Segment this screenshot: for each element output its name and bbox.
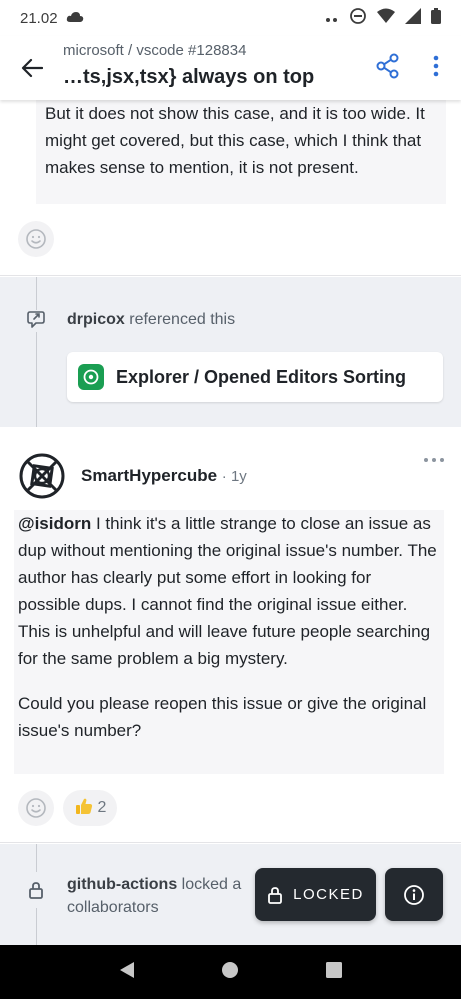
nav-home-button[interactable] [221, 961, 239, 984]
referenced-issue-card[interactable]: Explorer / Opened Editors Sorting [67, 352, 443, 402]
dots-icon [325, 10, 339, 27]
event-action-line2: collaborators [67, 899, 159, 916]
smiley-icon [26, 798, 46, 818]
issue-title: …ts,jsx,tsx} always on top [63, 66, 315, 88]
event-action: locked a [181, 876, 242, 893]
system-navigation-bar [0, 945, 461, 999]
battery-icon [431, 8, 441, 28]
lock-icon [268, 886, 283, 904]
dnd-icon [349, 7, 367, 29]
circle-home-icon [222, 961, 239, 978]
lock-icon [26, 880, 46, 900]
comment-body: @isidorn I think it's a little strange t… [14, 510, 444, 774]
paragraph-text: I think it's a little strange to close a… [18, 514, 437, 668]
cross-reference-icon [26, 310, 46, 330]
event-actor[interactable]: drpicox [67, 311, 125, 328]
wifi-icon [377, 8, 395, 28]
info-button[interactable] [385, 868, 443, 921]
comment-card: But it does not show this case, and it i… [0, 100, 461, 276]
comment-options-button[interactable] [420, 452, 448, 468]
nav-recents-button[interactable] [325, 961, 343, 984]
comment-card: SmartHypercube · 1y @isidorn I think it'… [0, 428, 461, 843]
timeline-reference-event: drpicox referenced this Explorer / Opene… [0, 277, 461, 427]
arrow-left-icon [21, 58, 43, 78]
square-recents-icon [326, 961, 343, 978]
referenced-issue-title: Explorer / Opened Editors Sorting [116, 366, 407, 387]
nav-back-button[interactable] [118, 961, 136, 984]
locked-button[interactable]: LOCKED [255, 868, 376, 921]
comment-body: But it does not show this case, and it i… [36, 100, 446, 204]
timeline-connector [36, 277, 37, 310]
smiley-icon [26, 229, 46, 249]
user-mention[interactable]: @isidorn [18, 514, 91, 533]
status-time: 21.02 [20, 9, 58, 27]
comment-paragraph: @isidorn I think it's a little strange t… [18, 510, 438, 672]
add-reaction-button[interactable] [18, 790, 54, 826]
triangle-back-icon [119, 961, 134, 978]
info-icon [404, 884, 424, 905]
thumbs-up-icon [74, 796, 94, 821]
reaction-count: 2 [97, 799, 107, 816]
reference-event-text: drpicox referenced this [67, 311, 235, 329]
add-reaction-button[interactable] [18, 221, 54, 257]
more-vertical-icon [433, 55, 439, 77]
signal-icon [405, 8, 421, 28]
event-action: referenced this [129, 311, 236, 328]
back-button[interactable] [18, 54, 46, 82]
comment-age: · 1y [221, 468, 247, 485]
avatar[interactable] [18, 452, 66, 500]
repo-breadcrumb[interactable]: microsoft / vscode #128834 [63, 42, 246, 59]
timeline-connector [36, 908, 37, 945]
author-name[interactable]: SmartHypercube [81, 466, 217, 485]
app-bar: microsoft / vscode #128834 …ts,jsx,tsx} … [0, 36, 461, 100]
more-horizontal-icon [424, 458, 444, 462]
comment-paragraph: Could you please reopen this issue or gi… [18, 694, 427, 740]
thumbs-up-reaction[interactable]: 2 [63, 790, 117, 826]
issue-open-icon [78, 364, 104, 390]
status-bar: 21.02 [0, 0, 461, 36]
overflow-menu-button[interactable] [424, 52, 448, 80]
timeline-connector [36, 844, 37, 872]
share-button[interactable] [374, 52, 402, 80]
locked-label: LOCKED [293, 886, 364, 903]
share-icon [376, 53, 399, 79]
timeline-connector [36, 332, 37, 427]
event-actor[interactable]: github-actions [67, 876, 177, 893]
comment-author: SmartHypercube · 1y [81, 466, 247, 486]
cloud-icon [66, 10, 84, 27]
